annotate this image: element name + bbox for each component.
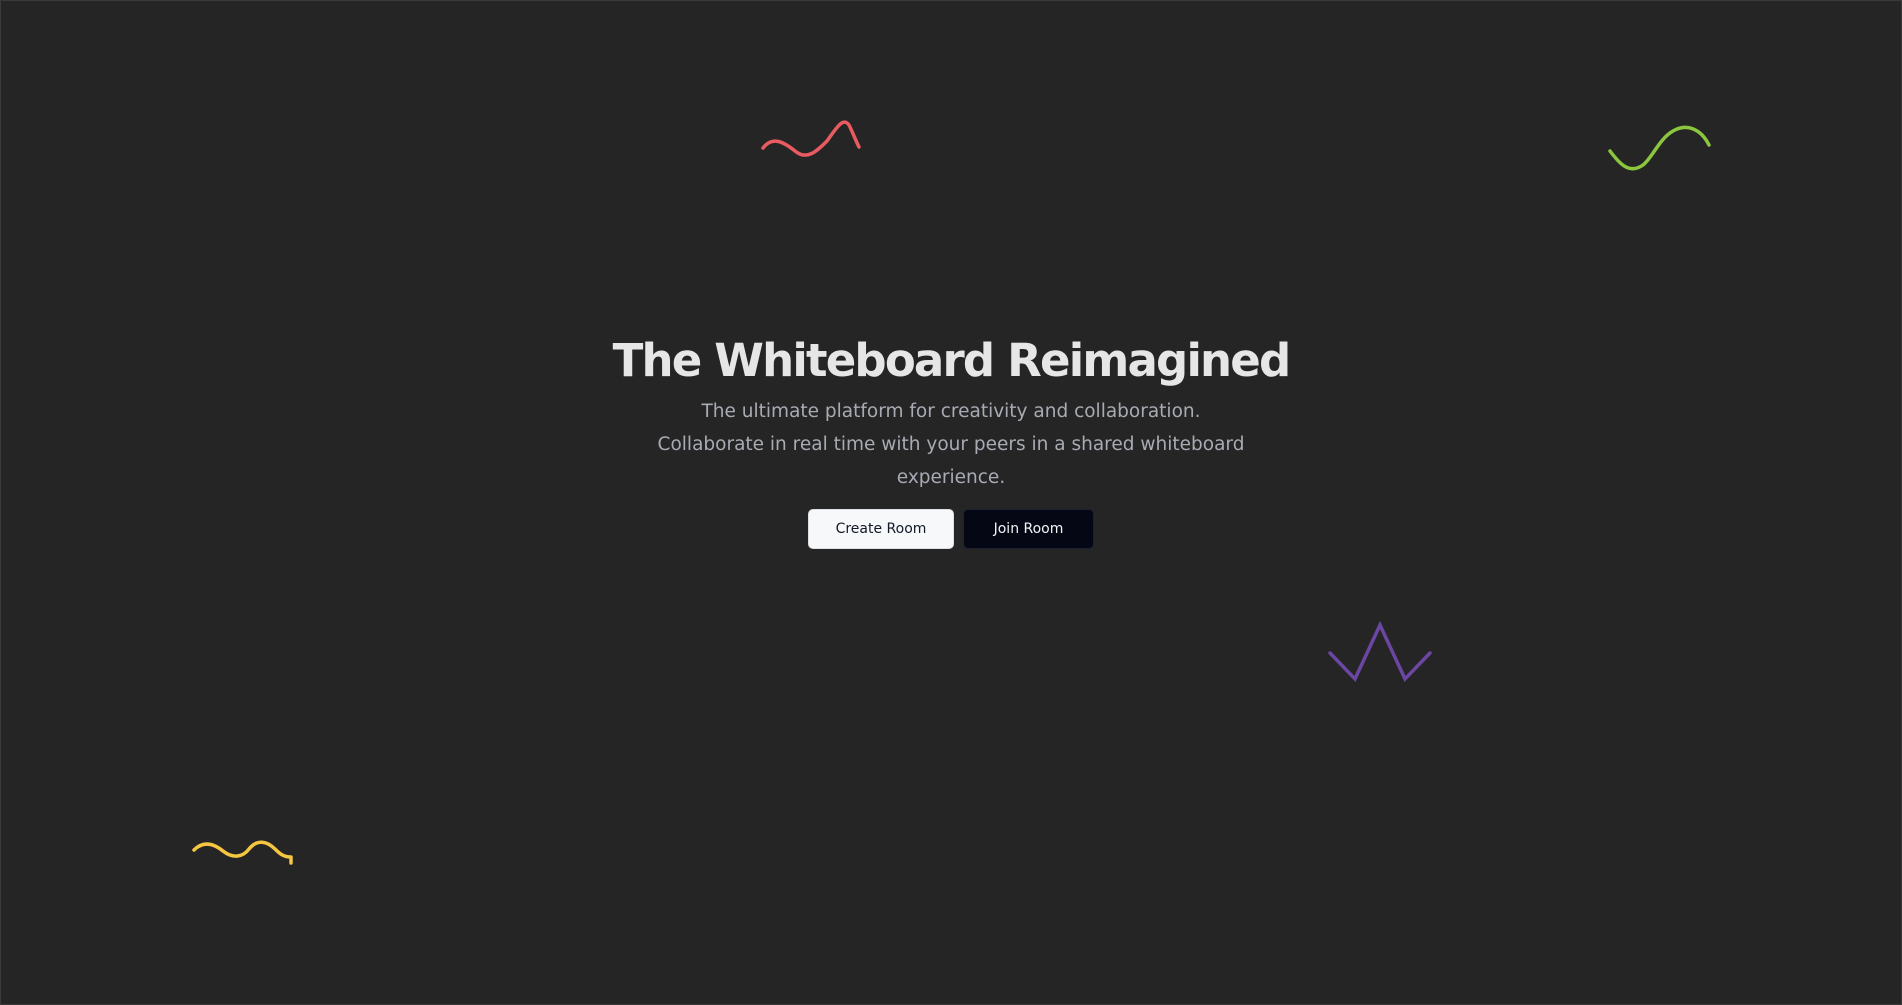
yellow-squiggle-decoration (192, 840, 293, 865)
create-room-button[interactable]: Create Room (808, 509, 954, 549)
join-room-button[interactable]: Join Room (963, 509, 1094, 549)
hero-section: The Whiteboard Reimagined The ultimate p… (1, 329, 1901, 549)
hero-subtitle: The ultimate platform for creativity and… (657, 401, 1245, 488)
green-squiggle-decoration (1608, 125, 1711, 171)
hero-actions: Create Room Join Room (808, 509, 1094, 549)
landing-page: The Whiteboard Reimagined The ultimate p… (0, 0, 1902, 1005)
purple-zigzag-decoration (1328, 620, 1432, 683)
page-title: The Whiteboard Reimagined (612, 334, 1292, 387)
red-squiggle-decoration (761, 120, 861, 157)
